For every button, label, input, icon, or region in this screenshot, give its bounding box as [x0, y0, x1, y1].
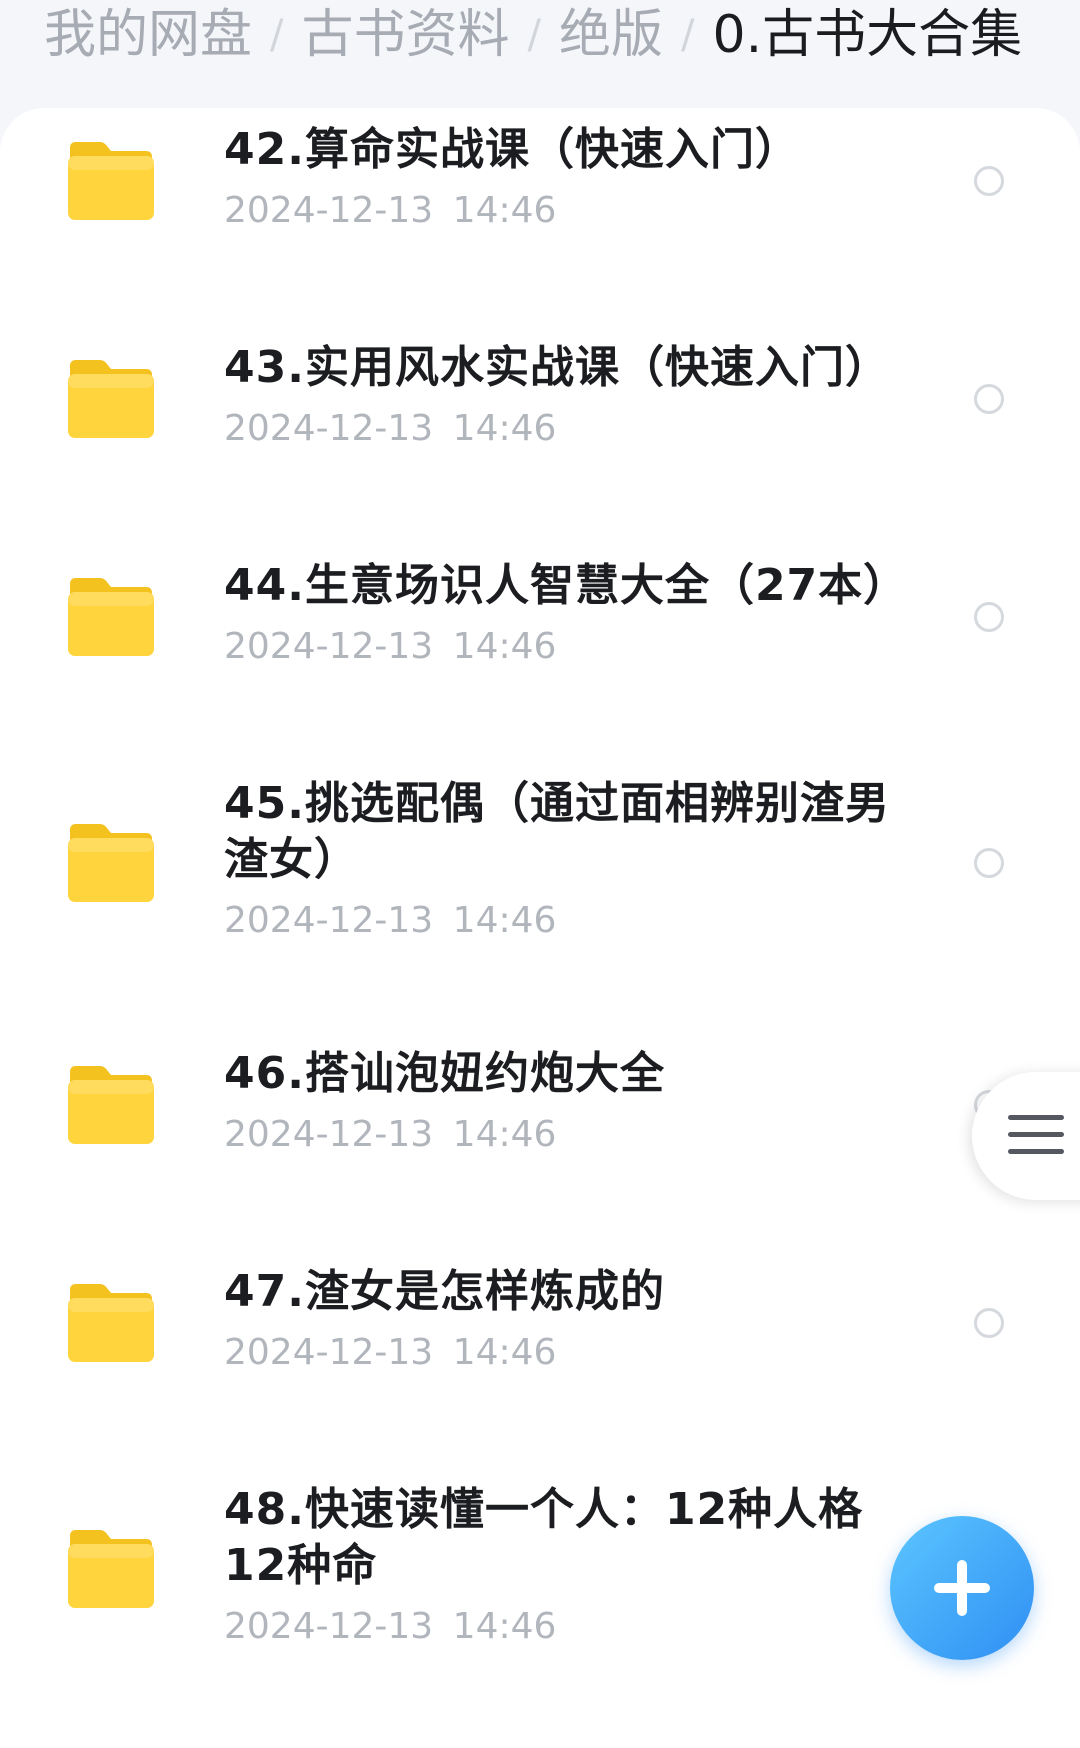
file-text: 44.生意场识人智慧大全（27本） 2024-12-13 14:46 — [224, 558, 909, 670]
plus-icon — [934, 1560, 990, 1616]
file-row[interactable]: 45.挑选配偶（通过面相辨别渣男渣女） 2024-12-13 14:46 — [0, 762, 1080, 1032]
file-date: 2024-12-13 14:46 — [224, 900, 557, 941]
breadcrumb-item-out-of-print[interactable]: 绝版 — [559, 3, 663, 67]
file-date: 2024-12-13 14:46 — [224, 190, 557, 231]
file-text: 45.挑选配偶（通过面相辨别渣男渣女） 2024-12-13 14:46 — [224, 776, 904, 944]
folder-icon — [66, 578, 156, 658]
file-row[interactable]: 42.算命实战课（快速入门） 2024-12-13 14:46 — [0, 108, 1080, 326]
select-checkbox[interactable] — [974, 848, 1004, 878]
file-row[interactable]: 47.渣女是怎样炼成的 2024-12-13 14:46 — [0, 1250, 1080, 1468]
file-text: 48.快速读懂一个人：12种人格12种命 2024-12-13 14:46 — [224, 1482, 904, 1650]
file-name: 44.生意场识人智慧大全（27本） — [224, 560, 909, 611]
menu-icon-line — [1008, 1149, 1064, 1154]
menu-icon-line — [1008, 1115, 1064, 1120]
file-name: 46.搭讪泡妞约炮大全 — [224, 1048, 665, 1099]
breadcrumb-item-my-drive[interactable]: 我的网盘 — [44, 3, 252, 67]
file-name: 45.挑选配偶（通过面相辨别渣男渣女） — [224, 778, 890, 885]
file-text: 46.搭讪泡妞约炮大全 2024-12-13 14:46 — [224, 1046, 904, 1158]
select-checkbox[interactable] — [974, 602, 1004, 632]
select-checkbox[interactable] — [974, 1308, 1004, 1338]
file-date: 2024-12-13 14:46 — [224, 1606, 557, 1647]
file-date: 2024-12-13 14:46 — [224, 626, 557, 667]
breadcrumb-item-ancient-books[interactable]: 古书资料 — [302, 3, 510, 67]
folder-icon — [66, 1066, 156, 1146]
file-date: 2024-12-13 14:46 — [224, 408, 557, 449]
file-name: 42.算命实战课（快速入门） — [224, 124, 800, 175]
select-checkbox[interactable] — [974, 166, 1004, 196]
folder-icon — [66, 142, 156, 222]
menu-icon-line — [1008, 1132, 1064, 1137]
file-text: 42.算命实战课（快速入门） 2024-12-13 14:46 — [224, 122, 904, 234]
file-text: 47.渣女是怎样炼成的 2024-12-13 14:46 — [224, 1264, 904, 1376]
file-text: 43.实用风水实战课（快速入门） 2024-12-13 14:46 — [224, 340, 904, 452]
breadcrumb-separator: / — [270, 12, 284, 58]
folder-icon — [66, 824, 156, 904]
file-name: 47.渣女是怎样炼成的 — [224, 1266, 665, 1317]
file-row[interactable]: 44.生意场识人智慧大全（27本） 2024-12-13 14:46 — [0, 544, 1080, 762]
folder-icon — [66, 1284, 156, 1364]
add-button[interactable] — [890, 1516, 1034, 1660]
folder-icon — [66, 360, 156, 440]
file-list-panel: 42.算命实战课（快速入门） 2024-12-13 14:46 43.实用风水实… — [0, 108, 1080, 1748]
breadcrumb: 我的网盘 / 古书资料 / 绝版 / 0.古书大合集 — [44, 0, 1022, 70]
breadcrumb-separator: / — [527, 12, 541, 58]
breadcrumb-separator: / — [681, 12, 695, 58]
file-row[interactable]: 43.实用风水实战课（快速入门） 2024-12-13 14:46 — [0, 326, 1080, 544]
folder-icon — [66, 1530, 156, 1610]
file-row[interactable]: 46.搭讪泡妞约炮大全 2024-12-13 14:46 — [0, 1032, 1080, 1250]
file-name: 43.实用风水实战课（快速入门） — [224, 342, 890, 393]
breadcrumb-item-current: 0.古书大合集 — [712, 5, 1023, 65]
file-name: 48.快速读懂一个人：12种人格12种命 — [224, 1484, 864, 1591]
file-date: 2024-12-13 14:46 — [224, 1114, 557, 1155]
select-checkbox[interactable] — [974, 384, 1004, 414]
file-date: 2024-12-13 14:46 — [224, 1332, 557, 1373]
